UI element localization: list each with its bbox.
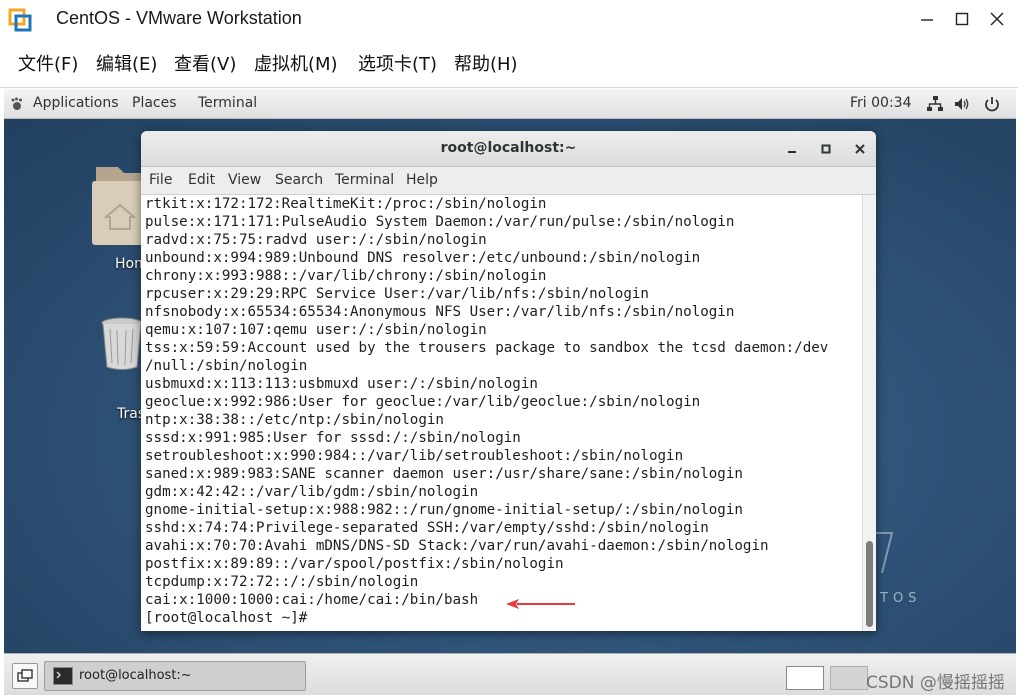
home-folder-icon[interactable] xyxy=(92,165,148,245)
terminal-titlebar[interactable]: root@localhost:~ xyxy=(141,131,876,167)
clock[interactable]: Fri 00:34 xyxy=(850,95,911,111)
close-button[interactable] xyxy=(982,5,1012,33)
window-title: CentOS - VMware Workstation xyxy=(56,8,302,28)
terminal-prompt-icon xyxy=(56,671,61,679)
terminal-line: qemu:x:107:107:qemu user:/:/sbin/nologin xyxy=(145,322,487,338)
taskbar-terminal-label: root@localhost:~ xyxy=(79,668,192,683)
scrollbar-thumb[interactable] xyxy=(866,541,873,627)
terminal-line: gnome-initial-setup:x:988:982::/run/gnom… xyxy=(145,502,743,518)
terminal-line: rtkit:x:172:172:RealtimeKit:/proc:/sbin/… xyxy=(145,196,547,212)
network-icon[interactable] xyxy=(926,95,944,113)
terminal-minimize-button[interactable] xyxy=(782,139,802,159)
maximize-icon xyxy=(821,144,831,154)
terminal-menu-view[interactable]: View xyxy=(228,172,261,188)
foot-icon xyxy=(11,97,22,110)
terminal-menubar: File Edit View Search Terminal Help xyxy=(141,167,876,195)
volume-icon[interactable] xyxy=(953,95,971,113)
maximize-button[interactable] xyxy=(947,5,977,33)
maximize-icon xyxy=(955,12,969,26)
vmware-menubar: 文件(F) 编辑(E) 查看(V) 虚拟机(M) 选项卡(T) 帮助(H) xyxy=(0,38,1018,88)
applications-menu[interactable]: Applications xyxy=(33,95,119,111)
terminal-menu-terminal[interactable]: Terminal xyxy=(335,172,394,188)
show-desktop-button[interactable] xyxy=(12,663,38,689)
terminal-line: setroubleshoot:x:990:984::/var/lib/setro… xyxy=(145,448,684,464)
terminal-title: root@localhost:~ xyxy=(440,140,577,156)
terminal-line: sshd:x:74:74:Privilege-separated SSH:/va… xyxy=(145,520,709,536)
terminal-line: geoclue:x:992:986:User for geoclue:/var/… xyxy=(145,394,701,410)
minimize-icon xyxy=(788,151,796,153)
terminal-line: rpcuser:x:29:29:RPC Service User:/var/li… xyxy=(145,286,649,302)
menu-edit[interactable]: 编辑(E) xyxy=(96,50,157,76)
terminal-line: usbmuxd:x:113:113:usbmuxd user:/:/sbin/n… xyxy=(145,376,538,392)
terminal-line: unbound:x:994:989:Unbound DNS resolver:/… xyxy=(145,250,701,266)
workspace-1[interactable] xyxy=(786,666,824,690)
menu-tabs[interactable]: 选项卡(T) xyxy=(358,50,437,76)
minimize-button[interactable] xyxy=(912,5,942,33)
gnome-top-panel: Applications Places Terminal Fri 00:34 xyxy=(4,89,1016,119)
terminal-close-button[interactable] xyxy=(850,139,870,159)
taskbar-terminal-button[interactable]: root@localhost:~ xyxy=(44,661,306,691)
csdn-watermark: CSDN @慢摇摇摇 xyxy=(866,673,1005,693)
terminal-prompt[interactable]: [root@localhost ~]# xyxy=(145,609,307,627)
terminal-line: tcpdump:x:72:72::/:/sbin/nologin xyxy=(145,574,419,590)
trash-icon[interactable] xyxy=(100,317,144,371)
terminal-line: gdm:x:42:42::/var/lib/gdm:/sbin/nologin xyxy=(145,484,479,500)
terminal-menu-search[interactable]: Search xyxy=(275,172,323,188)
terminal-line: saned:x:989:983:SANE scanner daemon user… xyxy=(145,466,743,482)
terminal-line: /null:/sbin/nologin xyxy=(145,358,308,374)
places-menu[interactable]: Places xyxy=(132,95,177,111)
terminal-line: avahi:x:70:70:Avahi mDNS/DNS-SD Stack:/v… xyxy=(145,538,769,554)
centos-watermark: TOS xyxy=(880,591,922,606)
terminal-menu-file[interactable]: File xyxy=(149,172,172,188)
terminal-window: root@localhost:~ File Edit View Search T… xyxy=(141,131,876,631)
terminal-line: nfsnobody:x:65534:65534:Anonymous NFS Us… xyxy=(145,304,735,320)
terminal-line: pulse:x:171:171:PulseAudio System Daemon… xyxy=(145,214,735,230)
close-icon xyxy=(990,12,1004,26)
workspace-2[interactable] xyxy=(830,666,868,690)
terminal-line: radvd:x:75:75:radvd user:/:/sbin/nologin xyxy=(145,232,487,248)
terminal-menu-edit[interactable]: Edit xyxy=(188,172,215,188)
minimize-icon xyxy=(921,19,933,21)
vmware-titlebar: CentOS - VMware Workstation xyxy=(0,0,1018,38)
terminal-line: tss:x:59:59:Account used by the trousers… xyxy=(145,340,829,356)
terminal-scrollbar[interactable] xyxy=(862,195,876,631)
terminal-maximize-button[interactable] xyxy=(816,139,836,159)
guest-display[interactable]: Applications Places Terminal Fri 00:34 H… xyxy=(4,89,1016,653)
terminal-line: postfix:x:89:89::/var/spool/postfix:/sbi… xyxy=(145,556,564,572)
menu-vm[interactable]: 虚拟机(M) xyxy=(254,50,338,76)
terminal-line: chrony:x:993:988::/var/lib/chrony:/sbin/… xyxy=(145,268,547,284)
terminal-line-highlighted: cai:x:1000:1000:cai:/home/cai:/bin/bash xyxy=(145,592,479,608)
terminal-line: ntp:x:38:38::/etc/ntp:/sbin/nologin xyxy=(145,412,444,428)
show-desktop-icon xyxy=(17,669,33,682)
terminal-app-icon xyxy=(53,667,73,685)
menu-view[interactable]: 查看(V) xyxy=(174,50,236,76)
gnome-bottom-panel: root@localhost:~ CSDN @慢摇摇摇 xyxy=(4,653,1016,695)
vmware-logo-icon xyxy=(8,8,32,32)
power-icon[interactable] xyxy=(983,95,1001,113)
close-icon xyxy=(855,144,865,154)
terminal-output[interactable]: rtkit:x:172:172:RealtimeKit:/proc:/sbin/… xyxy=(141,195,862,631)
terminal-line: sssd:x:991:985:User for sssd:/:/sbin/nol… xyxy=(145,430,521,446)
terminal-menu-help[interactable]: Help xyxy=(406,172,438,188)
red-arrow-annotation xyxy=(506,599,575,609)
terminal-menu[interactable]: Terminal xyxy=(198,95,257,111)
menu-file[interactable]: 文件(F) xyxy=(18,50,78,76)
menu-help[interactable]: 帮助(H) xyxy=(454,50,518,76)
